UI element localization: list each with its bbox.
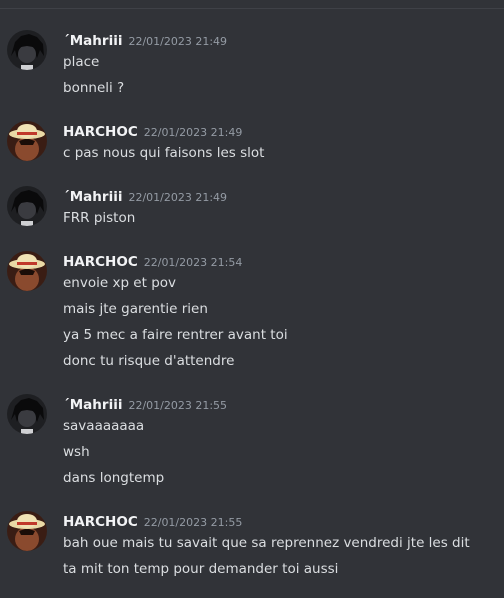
message-text: envoie xp et pov bbox=[63, 275, 177, 291]
message-text: place bbox=[63, 54, 100, 70]
message-text: donc tu risque d'attendre bbox=[63, 353, 235, 369]
dark-hair-avatar-icon[interactable] bbox=[7, 394, 47, 434]
message-text: FRR piston bbox=[63, 210, 136, 226]
message-timestamp[interactable]: 22/01/2023 21:49 bbox=[144, 126, 243, 139]
author-name[interactable]: HARCHOC bbox=[63, 254, 138, 270]
message-text: mais jte garentie rien bbox=[63, 301, 208, 317]
message-text: savaaaaaaa bbox=[63, 418, 145, 434]
message-header: HARCHOC 22/01/2023 21:49 bbox=[63, 121, 242, 141]
message-header: HARCHOC 22/01/2023 21:55 bbox=[63, 511, 242, 531]
author-name[interactable]: ´Mahriii bbox=[63, 397, 122, 413]
straw-hat-avatar-icon[interactable] bbox=[7, 121, 47, 161]
message-text: dans longtemp bbox=[63, 470, 165, 486]
message-timestamp[interactable]: 22/01/2023 21:55 bbox=[144, 516, 243, 529]
author-name[interactable]: HARCHOC bbox=[63, 514, 138, 530]
message-timestamp[interactable]: 22/01/2023 21:55 bbox=[128, 399, 227, 412]
author-name[interactable]: HARCHOC bbox=[63, 124, 138, 140]
dark-hair-avatar-icon[interactable] bbox=[7, 30, 47, 70]
message-header: ´Mahriii 22/01/2023 21:49 bbox=[63, 30, 227, 50]
chat-message-list: ´Mahriii 22/01/2023 21:49 place bonneli ?… bbox=[0, 0, 504, 598]
message-timestamp[interactable]: 22/01/2023 21:54 bbox=[144, 256, 243, 269]
message-text: bonneli ? bbox=[63, 80, 125, 96]
message-header: HARCHOC 22/01/2023 21:54 bbox=[63, 251, 242, 271]
straw-hat-avatar-icon[interactable] bbox=[7, 251, 47, 291]
message-text: c pas nous qui faisons les slot bbox=[63, 145, 265, 161]
message-text: wsh bbox=[63, 444, 90, 460]
message-timestamp[interactable]: 22/01/2023 21:49 bbox=[128, 191, 227, 204]
message-text: ta mit ton temp pour demander toi aussi bbox=[63, 561, 339, 577]
divider bbox=[0, 8, 504, 9]
message-header: ´Mahriii 22/01/2023 21:49 bbox=[63, 186, 227, 206]
dark-hair-avatar-icon[interactable] bbox=[7, 186, 47, 226]
message-header: ´Mahriii 22/01/2023 21:55 bbox=[63, 394, 227, 414]
author-name[interactable]: ´Mahriii bbox=[63, 189, 122, 205]
message-timestamp[interactable]: 22/01/2023 21:49 bbox=[128, 35, 227, 48]
author-name[interactable]: ´Mahriii bbox=[63, 33, 122, 49]
message-text: bah oue mais tu savait que sa reprennez … bbox=[63, 535, 470, 551]
message-text: ya 5 mec a faire rentrer avant toi bbox=[63, 327, 288, 343]
straw-hat-avatar-icon[interactable] bbox=[7, 511, 47, 551]
